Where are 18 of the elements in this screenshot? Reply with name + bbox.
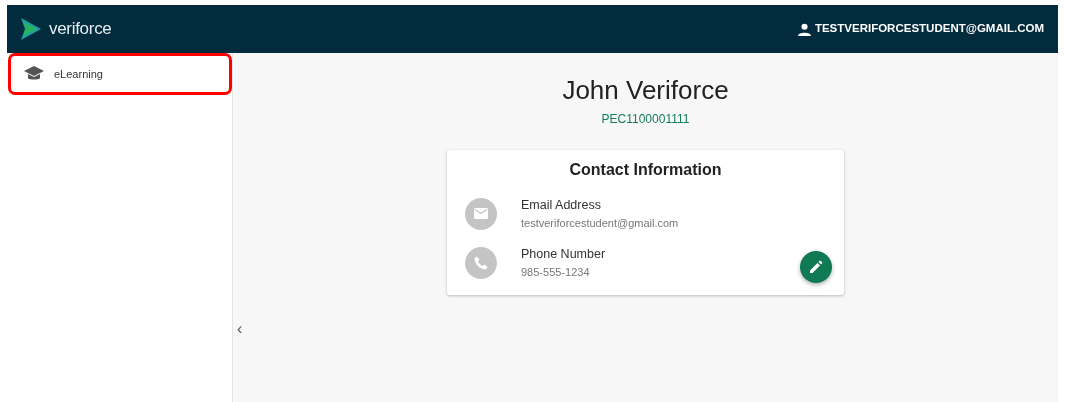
contact-value: 985-555-1234 <box>521 265 591 281</box>
graduation-cap-icon <box>24 66 44 82</box>
pencil-icon <box>809 259 823 274</box>
user-icon <box>797 22 811 36</box>
collapse-button[interactable]: ‹ <box>235 321 245 337</box>
contact-label: Email Address <box>521 197 602 215</box>
phone-icon <box>474 256 488 271</box>
edit-button[interactable] <box>800 250 832 283</box>
user-email[interactable]: TESTVERIFORCESTUDENT@GMAIL.COM <box>814 20 1044 38</box>
envelope-icon <box>474 208 488 220</box>
profile-name: John Veriforce <box>562 75 729 107</box>
card-title: Contact Information <box>568 160 723 181</box>
profile-id: PEC1100001111 <box>601 111 690 129</box>
contact-label: Phone Number <box>521 246 606 264</box>
contact-value: testveriforcestudent@gmail.com <box>521 215 679 231</box>
brand-name: veriforce <box>49 18 112 41</box>
logo-icon <box>21 18 41 40</box>
sidebar-item[interactable]: eLearning <box>10 55 230 93</box>
